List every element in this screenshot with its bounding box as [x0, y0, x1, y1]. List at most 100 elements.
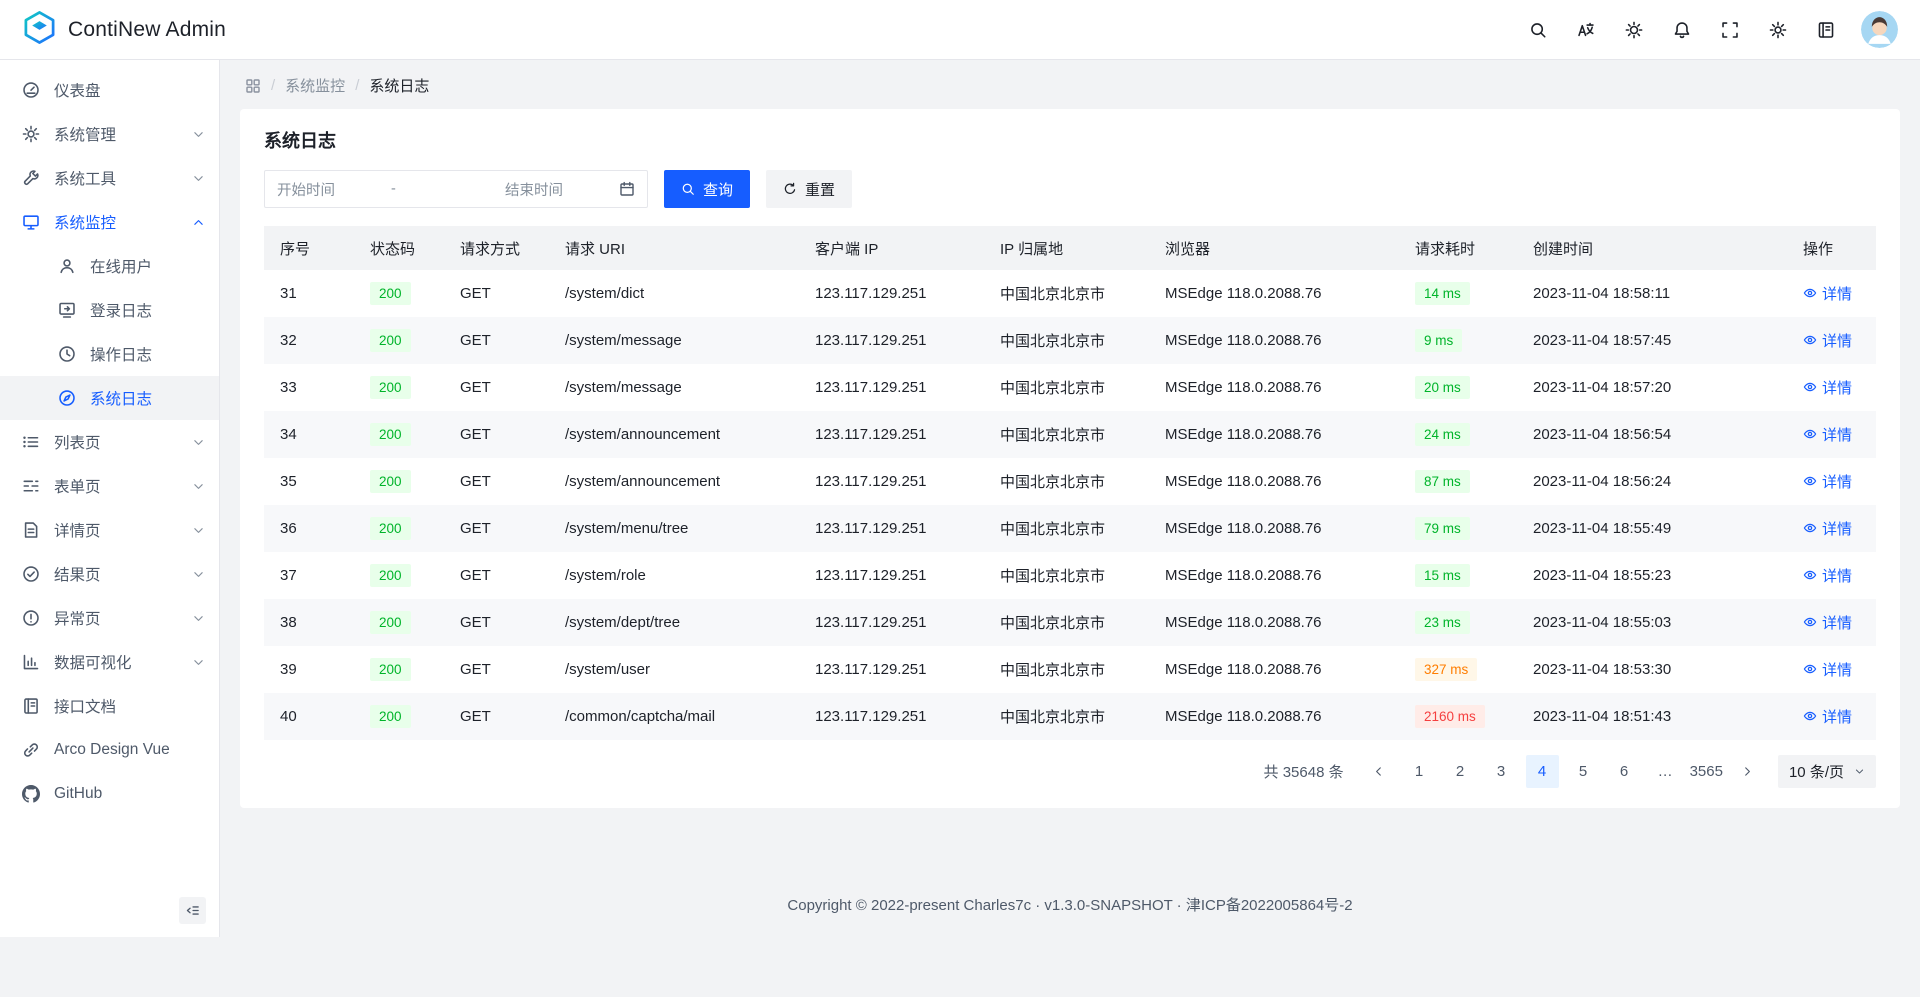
sidebar-item-github[interactable]: GitHub: [0, 772, 219, 816]
cell-index: 39: [264, 646, 354, 693]
status-badge: 200: [370, 564, 411, 588]
sidebar-item-list-page[interactable]: 列表页: [0, 420, 219, 464]
detail-link[interactable]: 详情: [1803, 659, 1852, 680]
cell-method: GET: [444, 646, 549, 693]
eye-icon: [1803, 615, 1817, 629]
pagination-page-6[interactable]: 6: [1608, 755, 1641, 788]
sidebar-item-result-page[interactable]: 结果页: [0, 552, 219, 596]
sidebar-item-online-users[interactable]: 在线用户: [0, 244, 219, 288]
cell-action: 详情: [1787, 317, 1876, 364]
sidebar-item-exception-page[interactable]: 异常页: [0, 596, 219, 640]
fullscreen-icon: [1721, 21, 1739, 39]
list-icon: [22, 433, 40, 451]
sidebar-item-dashboard[interactable]: 仪表盘: [0, 68, 219, 112]
pagination-page-3[interactable]: 3: [1485, 755, 1518, 788]
apps-grid-icon[interactable]: [245, 78, 261, 94]
dashboard-icon: [22, 81, 40, 99]
sidebar-item-operation-logs[interactable]: 操作日志: [0, 332, 219, 376]
cell-created-at: 2023-11-04 18:53:30: [1517, 646, 1787, 693]
collapse-sidebar-button[interactable]: [179, 897, 206, 924]
pagination-page-5[interactable]: 5: [1567, 755, 1600, 788]
sidebar-item-system-tools[interactable]: 系统工具: [0, 156, 219, 200]
settings-button[interactable]: [1759, 11, 1797, 49]
table-row: 39200GET/system/user123.117.129.251中国北京北…: [264, 646, 1876, 693]
detail-link[interactable]: 详情: [1803, 612, 1852, 633]
user-avatar[interactable]: [1861, 11, 1898, 48]
column-header: 请求耗时: [1399, 226, 1517, 270]
system-log-table: 序号状态码请求方式请求 URI客户端 IPIP 归属地浏览器请求耗时创建时间操作…: [264, 226, 1876, 740]
detail-link[interactable]: 详情: [1803, 424, 1852, 445]
cell-action: 详情: [1787, 599, 1876, 646]
page-size-select[interactable]: 10 条/页: [1778, 755, 1876, 788]
detail-link[interactable]: 详情: [1803, 565, 1852, 586]
pagination-prev-button[interactable]: [1362, 755, 1395, 788]
cell-action: 详情: [1787, 552, 1876, 599]
sidebar-item-arco-design-vue[interactable]: Arco Design Vue: [0, 728, 219, 772]
detail-link[interactable]: 详情: [1803, 330, 1852, 351]
app-logo[interactable]: ContiNew Admin: [22, 10, 226, 49]
column-header: 创建时间: [1517, 226, 1787, 270]
cell-ip-region: 中国北京北京市: [984, 458, 1149, 505]
pagination-page-4[interactable]: 4: [1526, 755, 1559, 788]
reset-button[interactable]: 重置: [766, 170, 852, 208]
cell-ip-region: 中国北京北京市: [984, 552, 1149, 599]
table-row: 36200GET/system/menu/tree123.117.129.251…: [264, 505, 1876, 552]
chevron-down-icon: [192, 524, 205, 537]
cell-uri: /system/dict: [549, 270, 799, 317]
sidebar-item-data-visualization[interactable]: 数据可视化: [0, 640, 219, 684]
cell-action: 详情: [1787, 458, 1876, 505]
pagination-page-3565[interactable]: 3565: [1690, 755, 1723, 788]
cell-action: 详情: [1787, 505, 1876, 552]
cell-method: GET: [444, 552, 549, 599]
detail-link-label: 详情: [1822, 424, 1852, 445]
cell-browser: MSEdge 118.0.2088.76: [1149, 411, 1399, 458]
sidebar-item-label: 登录日志: [90, 299, 152, 321]
pagination-page-2[interactable]: 2: [1444, 755, 1477, 788]
login-log-icon: [58, 301, 76, 319]
query-button[interactable]: 查询: [664, 170, 750, 208]
cell-created-at: 2023-11-04 18:55:23: [1517, 552, 1787, 599]
chevron-up-icon: [192, 216, 205, 229]
cell-created-at: 2023-11-04 18:57:20: [1517, 364, 1787, 411]
detail-link[interactable]: 详情: [1803, 377, 1852, 398]
duration-badge: 327 ms: [1415, 658, 1477, 682]
notifications-button[interactable]: [1663, 11, 1701, 49]
sidebar-item-system-logs[interactable]: 系统日志: [0, 376, 219, 420]
sidebar-item-form-page[interactable]: 表单页: [0, 464, 219, 508]
sidebar-item-system-monitor[interactable]: 系统监控: [0, 200, 219, 244]
cell-status: 200: [354, 411, 444, 458]
detail-link[interactable]: 详情: [1803, 518, 1852, 539]
sidebar-item-system-management[interactable]: 系统管理: [0, 112, 219, 156]
theme-toggle-button[interactable]: [1615, 11, 1653, 49]
sidebar-item-detail-page[interactable]: 详情页: [0, 508, 219, 552]
sidebar-item-label: 系统日志: [90, 387, 152, 409]
cell-uri: /system/role: [549, 552, 799, 599]
sidebar-item-api-docs[interactable]: 接口文档: [0, 684, 219, 728]
pagination-next-button[interactable]: [1731, 755, 1764, 788]
eye-icon: [1803, 286, 1817, 300]
cell-created-at: 2023-11-04 18:51:43: [1517, 693, 1787, 740]
docs-button[interactable]: [1807, 11, 1845, 49]
search-button[interactable]: [1519, 11, 1557, 49]
translate-button[interactable]: [1567, 11, 1605, 49]
sidebar-item-label: Arco Design Vue: [54, 741, 170, 759]
cell-duration: 15 ms: [1399, 552, 1517, 599]
cell-action: 详情: [1787, 646, 1876, 693]
detail-link-label: 详情: [1822, 659, 1852, 680]
sidebar: 仪表盘系统管理系统工具系统监控在线用户登录日志操作日志系统日志列表页表单页详情页…: [0, 60, 220, 937]
cell-status: 200: [354, 599, 444, 646]
breadcrumb-item-system-monitor[interactable]: 系统监控: [285, 75, 345, 96]
detail-link[interactable]: 详情: [1803, 706, 1852, 727]
calendar-icon: [619, 181, 635, 197]
eye-icon: [1803, 380, 1817, 394]
cell-index: 32: [264, 317, 354, 364]
date-range-picker[interactable]: 开始时间 - 结束时间: [264, 170, 648, 208]
detail-link[interactable]: 详情: [1803, 283, 1852, 304]
cell-client-ip: 123.117.129.251: [799, 364, 984, 411]
sidebar-item-login-logs[interactable]: 登录日志: [0, 288, 219, 332]
detail-link[interactable]: 详情: [1803, 471, 1852, 492]
status-badge: 200: [370, 423, 411, 447]
pagination-page-1[interactable]: 1: [1403, 755, 1436, 788]
fullscreen-button[interactable]: [1711, 11, 1749, 49]
cell-method: GET: [444, 458, 549, 505]
